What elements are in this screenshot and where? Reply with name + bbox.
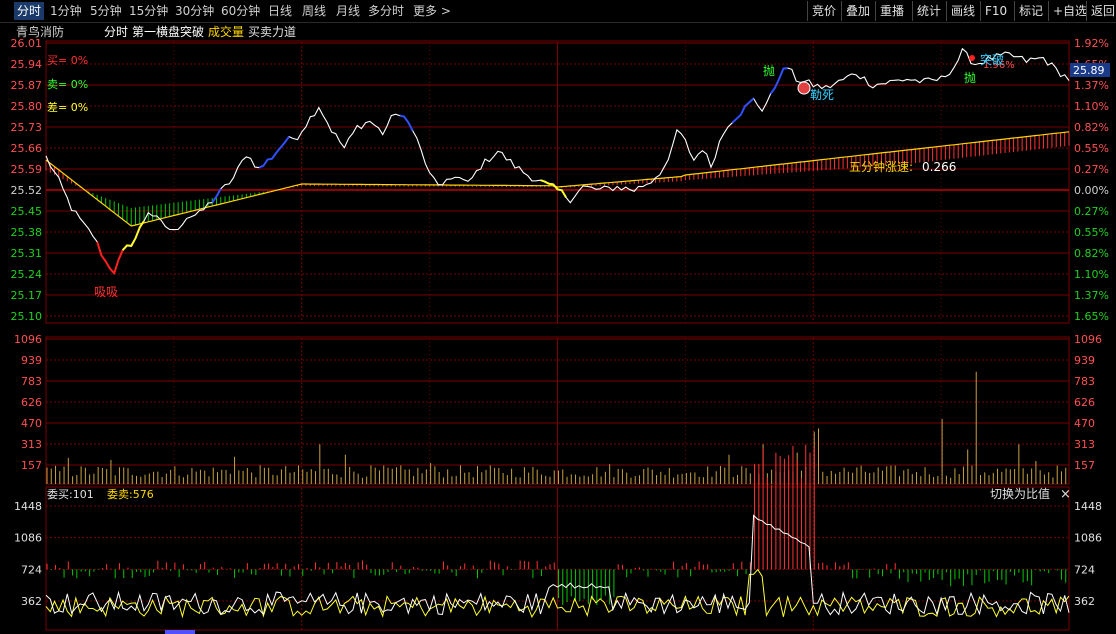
price-axis-label: 25.80 [11, 100, 43, 113]
price-axis-label: 25.59 [11, 163, 43, 176]
force-axis-label: 362 [21, 595, 42, 608]
volume-axis-label: 313 [1074, 438, 1095, 451]
pct-axis-label: 0.82% [1074, 247, 1109, 260]
volume-axis-label: 157 [1074, 459, 1095, 472]
pct-axis-label: 0.55% [1074, 226, 1109, 239]
pct-axis-label: 1.65% [1074, 310, 1109, 323]
volume-axis-label: 157 [21, 459, 42, 472]
volume-axis-label: 470 [21, 417, 42, 430]
signal-segment [731, 97, 755, 124]
close-icon[interactable]: × [1060, 487, 1071, 502]
legend-sell: 卖= 0% [47, 78, 88, 91]
force-axis-label: 724 [1074, 563, 1095, 576]
signal-segment [258, 136, 290, 169]
signal-segment [540, 179, 567, 198]
current-price: 25.89 [1073, 64, 1105, 77]
price-axis-label: 25.10 [11, 310, 43, 323]
force-axis-label: 362 [1074, 595, 1095, 608]
volume-axis-label: 783 [21, 375, 42, 388]
force-axis-label: 1448 [1074, 500, 1102, 513]
suck-segment [96, 241, 124, 276]
pct-axis-label: 1.92% [1074, 37, 1109, 50]
volume-axis-label: 939 [21, 354, 42, 367]
pct-axis-label: 0.55% [1074, 142, 1109, 155]
breakout-marker [969, 55, 975, 61]
switch-ratio-button[interactable]: 切换为比值 [990, 486, 1050, 501]
price-axis-label: 25.24 [11, 268, 43, 281]
volume-axis-label: 626 [1074, 396, 1095, 409]
volume-axis-label: 1096 [14, 333, 42, 346]
pct-axis-label: 0.27% [1074, 163, 1109, 176]
legend-buy: 买= 0% [47, 54, 88, 67]
pct-axis-label: 1.10% [1074, 100, 1109, 113]
pct-axis-label: 0.82% [1074, 121, 1109, 134]
volume-axis-label: 783 [1074, 375, 1095, 388]
price-axis-label: 25.87 [11, 79, 43, 92]
annotation-breakout: 突破 [980, 52, 1004, 67]
volume-axis-label: 1096 [1074, 333, 1102, 346]
pct-axis-label: 1.10% [1074, 268, 1109, 281]
force-axis-label: 1086 [14, 532, 42, 545]
volume-axis-label: 626 [21, 396, 42, 409]
annotation-throw: 抛 [763, 63, 775, 78]
time-cursor [165, 630, 195, 634]
volume-axis-label: 313 [21, 438, 42, 451]
pct-axis-label: 1.37% [1074, 79, 1109, 92]
force-axis-label: 724 [21, 563, 42, 576]
price-axis-label: 26.01 [11, 37, 43, 50]
price-axis-label: 25.94 [11, 58, 43, 71]
price-axis-label: 25.31 [11, 247, 43, 260]
pct-axis-label: 1.37% [1074, 289, 1109, 302]
force-axis-label: 1086 [1074, 532, 1102, 545]
annotation-suck: 吸吸 [94, 285, 118, 299]
price-axis-label: 25.45 [11, 205, 43, 218]
intraday-chart[interactable]: 26.01 1.92% 25.94 1.65% 25.87 1.37% 25.80 1.10%… [0, 0, 1116, 634]
price-axis-label: 25.66 [11, 142, 43, 155]
dead-marker [797, 81, 811, 95]
price-axis-label: 25.73 [11, 121, 43, 134]
order-buy-label: 委买:101 [47, 488, 94, 501]
pct-axis-label: 0.00% [1074, 184, 1109, 197]
speed-label: 五分钟涨速: [849, 159, 913, 174]
price-axis-label: 25.52 [11, 184, 43, 197]
speed-value: 0.266 [922, 160, 956, 174]
volume-axis-label: 939 [1074, 354, 1095, 367]
order-sell-label: 委卖:576 [107, 488, 154, 501]
annotation-throw: 抛 [964, 70, 976, 85]
legend-diff: 差= 0% [47, 100, 88, 114]
volume-axis-label: 470 [1074, 417, 1095, 430]
signal-segment [399, 114, 414, 132]
force-axis-label: 1448 [14, 500, 42, 513]
price-axis-label: 25.17 [11, 289, 43, 302]
pct-axis-label: 0.27% [1074, 205, 1109, 218]
price-axis-label: 25.38 [11, 226, 43, 239]
annotation-dead: 勒死 [810, 88, 834, 102]
